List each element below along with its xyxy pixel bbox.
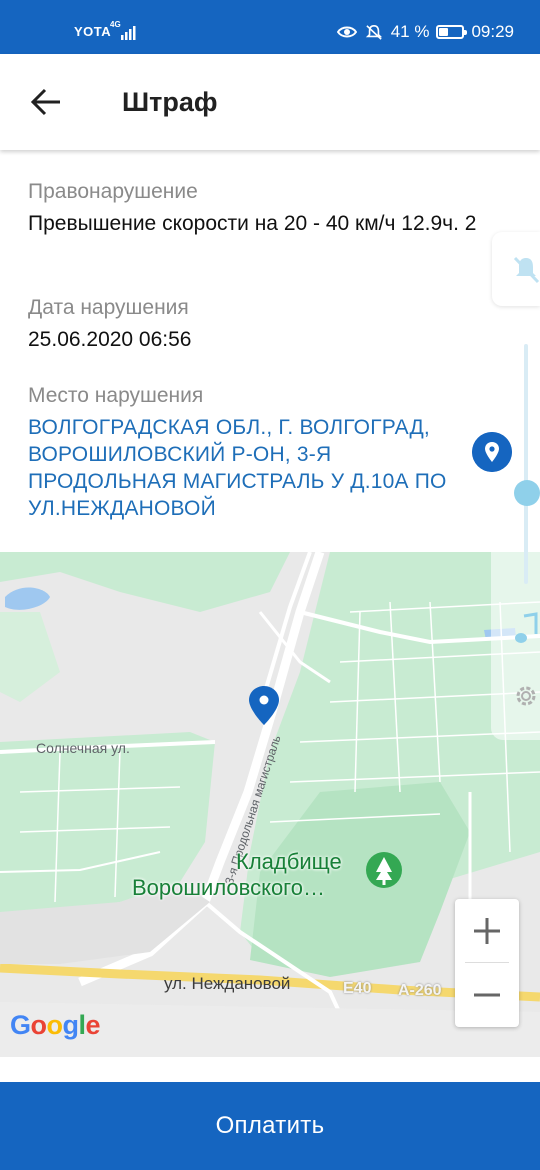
zoom-in-button[interactable] [455, 899, 519, 963]
cemetery-label-1: Кладбище [236, 849, 342, 874]
place-label: Место нарушения [28, 384, 204, 407]
battery-icon [436, 25, 468, 39]
clock: 09:29 [471, 22, 514, 41]
date-value: 25.06.2020 06:56 [28, 328, 192, 351]
status-bar: YOTA 4G 41 % 09:29 [0, 0, 540, 54]
route-shield-a260: A-260 [398, 982, 442, 999]
date-label: Дата нарушения [28, 296, 189, 319]
page-title: Штраф [122, 87, 218, 117]
offense-label: Правонарушение [28, 180, 198, 203]
music-note-icon[interactable] [512, 612, 540, 648]
eye-comfort-icon [336, 26, 357, 38]
cemetery-poi-icon [366, 852, 402, 888]
route-shield-e40: E40 [343, 980, 372, 997]
fine-details: Правонарушение Превышение скорости на 20… [0, 150, 540, 552]
settings-gear-icon[interactable] [512, 682, 540, 710]
street-label: Солнечная ул. [36, 740, 130, 756]
app-bar: Штраф [0, 54, 540, 150]
floating-side-panel [491, 320, 540, 740]
zoom-controls [455, 899, 519, 1027]
bell-off-icon [513, 256, 540, 284]
location-pin-button[interactable] [472, 432, 512, 472]
map-view[interactable]: Солнечная ул. 3-я Продольная магистраль … [0, 552, 540, 1057]
offense-value: Превышение скорости на 20 - 40 км/ч 12.9… [28, 212, 477, 235]
signal-icon [121, 26, 136, 40]
minus-icon [474, 993, 500, 997]
zoom-out-button[interactable] [455, 963, 519, 1027]
pay-button[interactable]: Оплатить [0, 1082, 540, 1170]
plus-icon [474, 918, 500, 944]
place-value-link[interactable]: ВОЛГОГРАДСКАЯ ОБЛ., Г. ВОЛГОГРАД, ВОРОШИ… [28, 414, 458, 522]
volume-slider-knob[interactable] [514, 480, 540, 506]
cemetery-label-2: Ворошиловского… [132, 875, 325, 900]
notifications-off-icon [365, 24, 382, 40]
network-type: 4G [110, 20, 121, 29]
arrow-left-icon[interactable] [28, 84, 64, 120]
floating-bell-button[interactable] [492, 232, 540, 306]
street-label-nezhdanovoy: ул. Неждановой [164, 974, 291, 993]
volume-slider-track[interactable] [524, 344, 528, 584]
battery-percent: 41 % [390, 22, 430, 41]
google-logo: Google [10, 1010, 101, 1040]
carrier-name: YOTA [74, 24, 112, 39]
